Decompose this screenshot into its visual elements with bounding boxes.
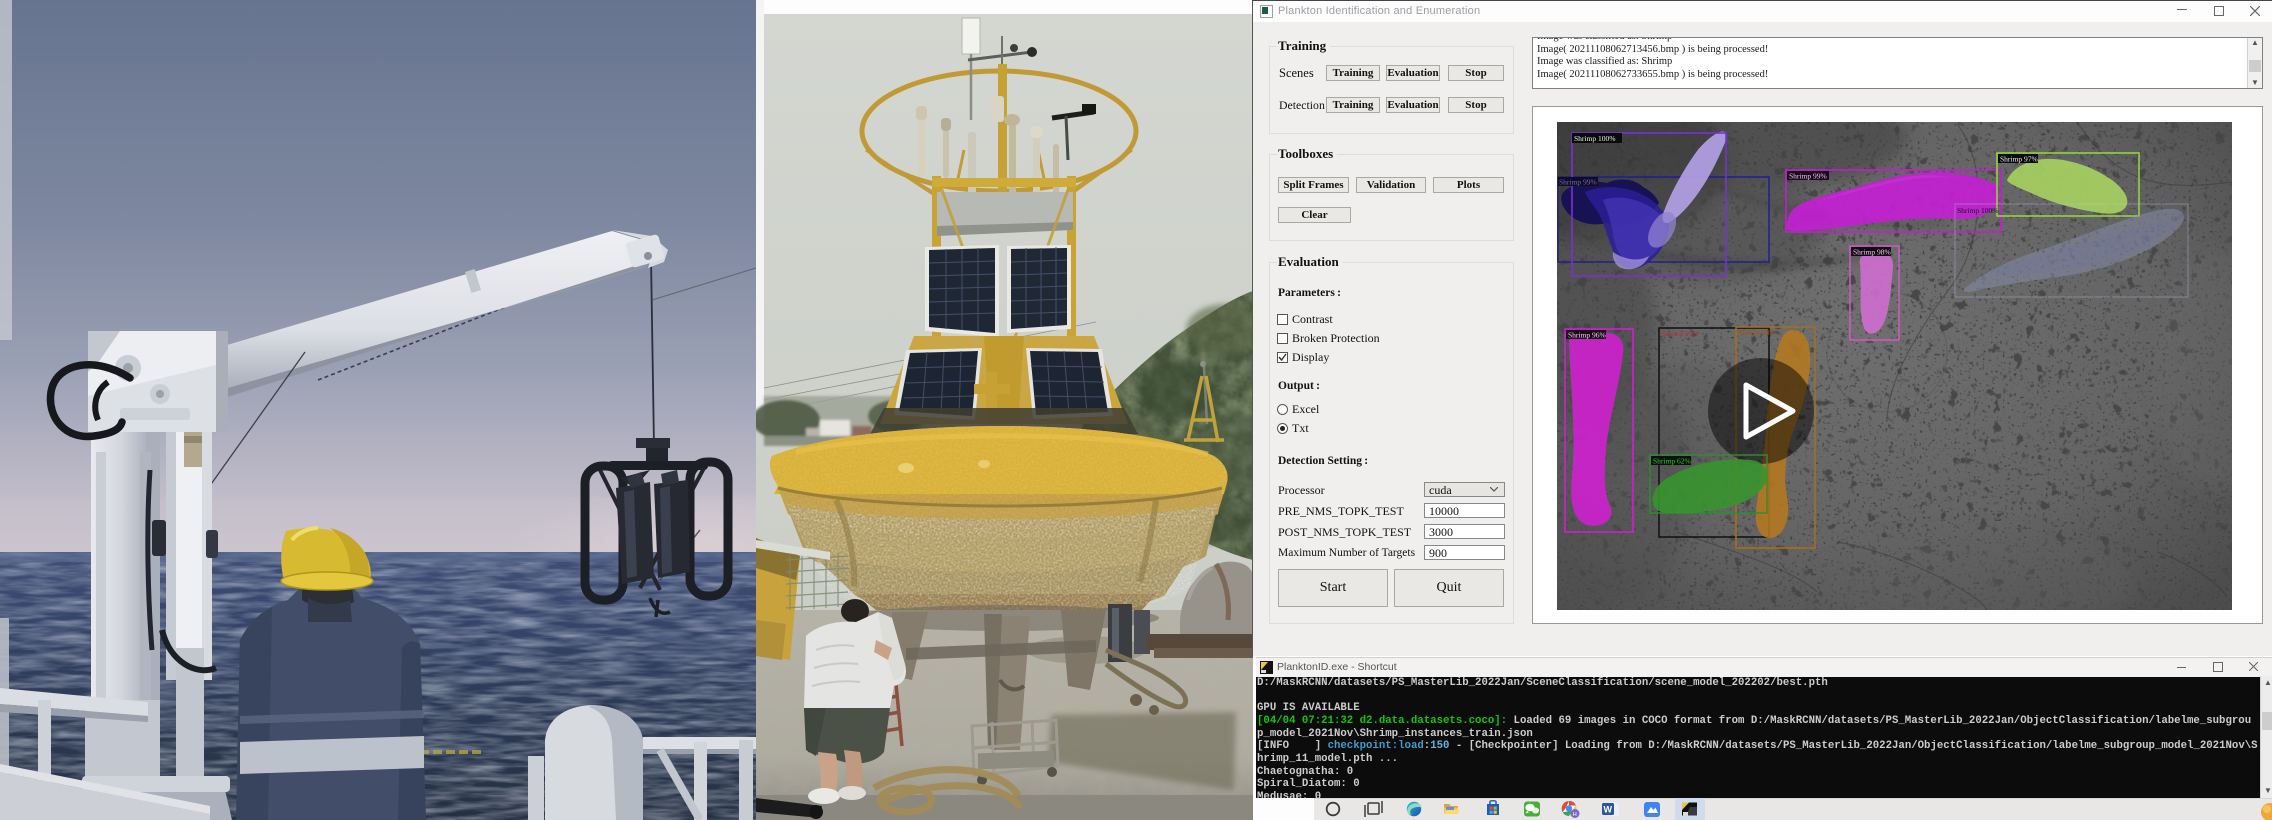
svg-text:Shrimp 98%: Shrimp 98% — [1853, 248, 1891, 257]
svg-text:Shrimp 98%: Shrimp 98% — [1738, 328, 1776, 337]
svg-text:W: W — [1604, 805, 1613, 815]
svg-text:Shrimp 97%: Shrimp 97% — [2000, 155, 2038, 164]
svg-text:Shrimp 99%: Shrimp 99% — [1661, 329, 1699, 338]
svg-text:Shrimp 100%: Shrimp 100% — [1574, 134, 1615, 143]
svg-text:Shrimp 99%: Shrimp 99% — [1789, 172, 1827, 181]
svg-text:Shrimp 99%: Shrimp 99% — [1559, 178, 1597, 187]
svg-text:Shrimp 100%: Shrimp 100% — [1957, 206, 1998, 215]
svg-text:Shrimp 96%: Shrimp 96% — [1568, 331, 1606, 340]
svg-text:Shrimp 62%: Shrimp 62% — [1653, 457, 1691, 466]
svg-text:H: H — [1573, 812, 1577, 818]
